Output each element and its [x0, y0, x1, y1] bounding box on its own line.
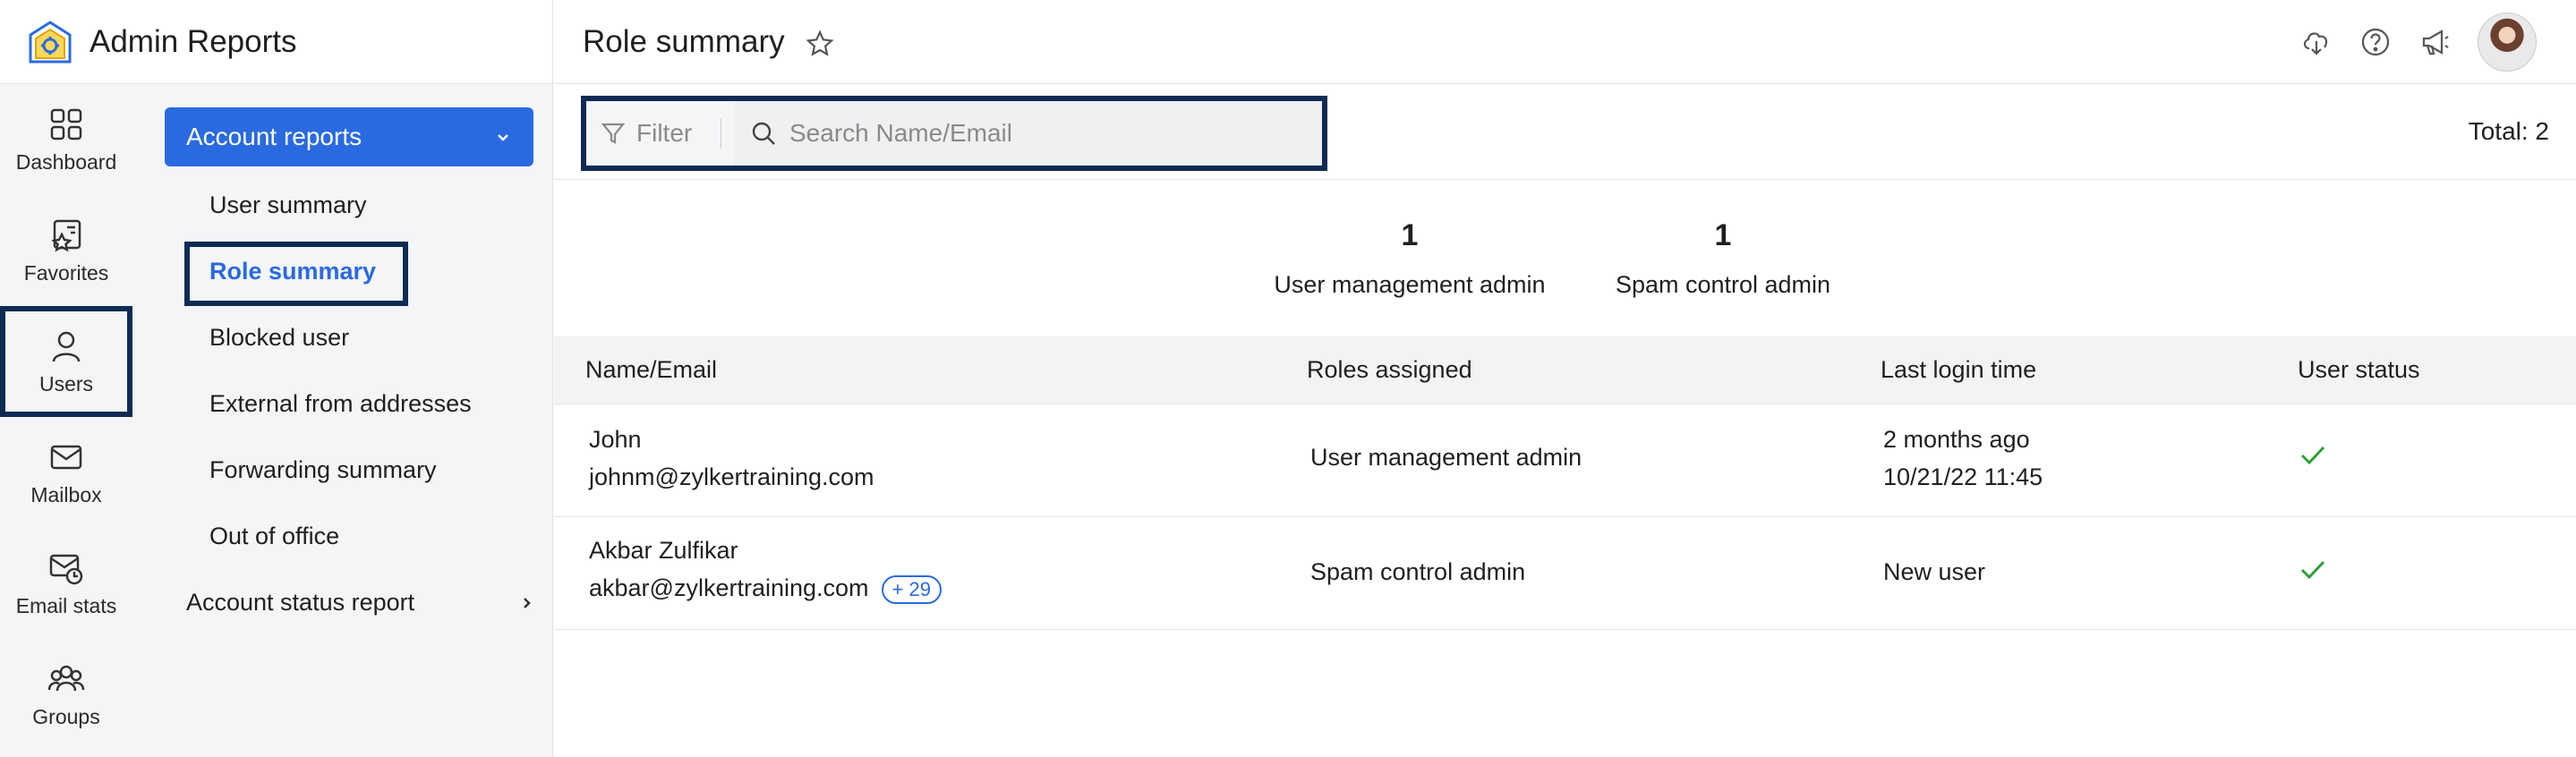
page-title: Role summary — [583, 23, 785, 59]
search-input[interactable] — [789, 119, 1291, 148]
table-row[interactable]: Akbar Zulfikar akbar@zylkertraining.com +… — [554, 517, 2576, 630]
app-header: Admin Reports — [0, 0, 553, 84]
role-stat-spam-control: 1 Spam control admin — [1611, 218, 1835, 299]
chevron-down-icon — [498, 134, 508, 141]
help-icon[interactable] — [2359, 26, 2392, 58]
filter-label: Filter — [636, 119, 693, 147]
toolbar: Filter Total: 2 — [554, 85, 2576, 180]
announcement-icon[interactable] — [2418, 26, 2451, 58]
role-stat-user-management: 1 User management admin — [1273, 218, 1547, 299]
app-title: Admin Reports — [90, 23, 297, 59]
rail-item-email-stats[interactable]: Email stats — [0, 528, 132, 639]
subnav-item-out-of-office[interactable]: Out of office — [209, 523, 339, 550]
role-assigned: User management admin — [1310, 444, 1582, 471]
email-stats-icon — [49, 554, 83, 584]
subnav-item-forwarding-summary[interactable]: Forwarding summary — [209, 456, 437, 484]
rail-item-label: Email stats — [15, 593, 117, 617]
avatar[interactable] — [2478, 13, 2537, 72]
role-assigned: Spam control admin — [1310, 558, 1526, 585]
table-row[interactable]: John johnm@zylkertraining.com User manag… — [554, 404, 2576, 517]
role-stat-name: User management admin — [1274, 271, 1546, 298]
last-login-relative: New user — [1883, 558, 1986, 585]
rail-item-users[interactable]: Users — [0, 306, 132, 417]
column-header-roles-assigned[interactable]: Roles assigned — [1307, 356, 1472, 384]
column-header-last-login[interactable]: Last login time — [1881, 356, 2036, 384]
filter-button[interactable]: Filter — [586, 101, 721, 166]
last-login-relative: 2 months ago — [1883, 426, 2030, 453]
rail-item-favorites[interactable]: Favorites — [0, 195, 132, 306]
grid-icon — [50, 108, 82, 140]
rail-item-dashboard[interactable]: Dashboard — [0, 84, 132, 195]
role-stat-count: 1 — [1401, 218, 1419, 252]
last-login-timestamp: 10/21/22 11:45 — [1883, 464, 2043, 490]
user-email-line: akbar@zylkertraining.com + 29 — [589, 574, 942, 604]
left-rail: Dashboard Favorites Users Mailbox Email … — [0, 84, 141, 757]
role-stat-count: 1 — [1714, 218, 1732, 252]
check-icon — [2300, 446, 2325, 465]
sub-navigation: Account reports User summary Role summar… — [141, 84, 553, 757]
account-status-report-item[interactable]: Account status report — [186, 589, 535, 617]
rail-item-label: Mailbox — [30, 482, 102, 506]
favorites-icon — [51, 219, 81, 251]
more-count-badge[interactable]: + 29 — [881, 574, 942, 604]
rail-item-label: Dashboard — [15, 149, 117, 174]
rail-item-label: Favorites — [23, 260, 109, 285]
rail-item-groups[interactable]: Groups — [0, 639, 132, 750]
user-icon — [52, 331, 81, 361]
column-header-user-status[interactable]: User status — [2298, 356, 2420, 384]
search-icon — [752, 122, 775, 145]
user-email: johnm@zylkertraining.com — [589, 464, 874, 490]
subnav-item-external-from-addresses[interactable]: External from addresses — [209, 390, 472, 418]
download-cloud-icon[interactable] — [2300, 26, 2333, 58]
column-header-name-email[interactable]: Name/Email — [585, 356, 717, 384]
subnav-item-role-summary[interactable]: Role summary — [209, 258, 376, 285]
rail-item-label: Users — [38, 371, 94, 396]
groups-icon — [47, 665, 85, 691]
mailbox-icon — [50, 445, 82, 469]
chevron-right-icon — [524, 597, 531, 608]
header-actions — [2273, 13, 2537, 72]
total-count: Total: 2 — [2468, 117, 2549, 145]
rail-item-mailbox[interactable]: Mailbox — [0, 417, 132, 528]
admin-reports-logo-icon — [29, 20, 72, 63]
subnav-item-blocked-user[interactable]: Blocked user — [209, 324, 349, 352]
rail-item-label: Groups — [32, 704, 100, 728]
user-email: akbar@zylkertraining.com — [589, 574, 869, 601]
check-icon — [2300, 560, 2325, 580]
table-header: Name/Email Roles assigned Last login tim… — [554, 336, 2576, 404]
search-field — [734, 101, 1322, 166]
user-name: John — [589, 426, 642, 453]
main-header: Role summary — [554, 0, 2576, 84]
user-name: Akbar Zulfikar — [589, 537, 738, 564]
subnav-item-user-summary[interactable]: User summary — [209, 191, 367, 219]
favorite-star-icon[interactable] — [805, 29, 835, 59]
filter-icon — [601, 123, 626, 144]
filter-search-bar: Filter — [581, 96, 1327, 171]
role-stat-name: Spam control admin — [1615, 271, 1831, 298]
account-reports-label: Account reports — [186, 123, 363, 150]
account-status-report-label: Account status report — [186, 589, 415, 616]
account-reports-dropdown[interactable]: Account reports — [165, 107, 533, 166]
